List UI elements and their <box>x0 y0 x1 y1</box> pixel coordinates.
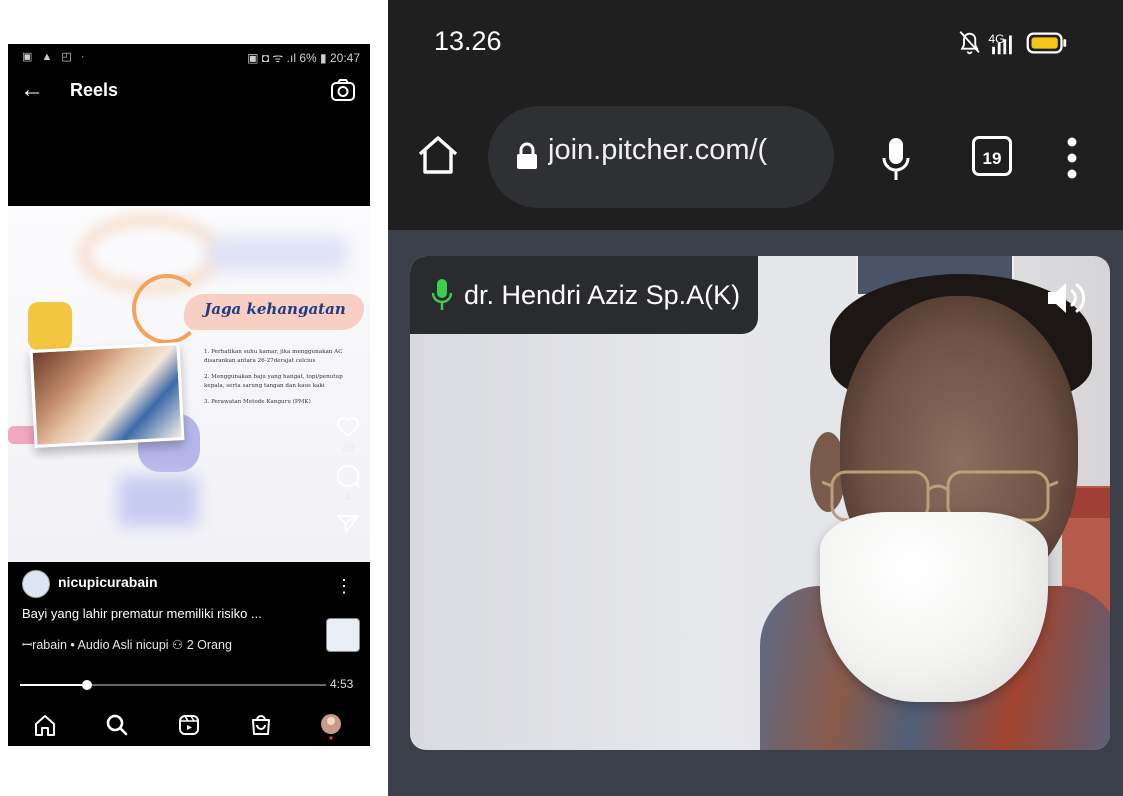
slide-list-item: 2. Menggunakan baju yang hangat, topi/pe… <box>204 374 343 389</box>
reel-video-slide[interactable]: Jaga kehangatan 1. Perhatikan suhu kamar… <box>8 206 370 562</box>
status-bar: ▣ ▲ ◰ · ▣ ◘ ᯤ .ıl 6% ▮ 20:47 <box>8 44 370 70</box>
speaker-icon[interactable] <box>1046 278 1088 318</box>
progress-knob[interactable] <box>82 680 93 690</box>
microphone-icon <box>432 279 452 310</box>
microphone-icon[interactable] <box>880 136 912 184</box>
avatar[interactable] <box>22 570 50 598</box>
slide-title: Jaga kehangatan <box>204 300 346 318</box>
browser-address-bar: join.pitcher.com/( 19 <box>388 90 1123 230</box>
lock-icon[interactable] <box>516 142 538 170</box>
home-icon[interactable] <box>30 710 60 740</box>
overflow-menu-icon[interactable] <box>1062 136 1082 180</box>
slide-list-item: 1. Perhatikan suhu kamar, jika menggunak… <box>204 349 343 364</box>
url-text[interactable]: join.pitcher.com/( <box>548 134 834 167</box>
shop-icon[interactable] <box>246 710 276 740</box>
participant-video-tile[interactable]: dr. Hendri Aziz Sp.A(K) <box>410 256 1110 750</box>
instagram-reels-screen: ▣ ▲ ◰ · ▣ ◘ ᯤ .ıl 6% ▮ 20:47 ← Reels Jag… <box>8 44 370 746</box>
decorative-shape <box>28 302 72 350</box>
pitcher-meeting-screen: 13.26 4G join.pitcher.com/(19 dr. Hendr… <box>388 0 1123 796</box>
audio-thumbnail[interactable] <box>326 618 360 652</box>
username[interactable]: nicupicurabain <box>58 574 158 590</box>
more-options-icon[interactable]: ⋮ <box>334 576 354 596</box>
participant-name-tag: dr. Hendri Aziz Sp.A(K) <box>410 256 759 334</box>
network-type: 4G <box>988 32 1004 46</box>
comment-count: 4 <box>344 492 352 504</box>
participant-name: dr. Hendri Aziz Sp.A(K) <box>464 279 741 310</box>
profile-avatar[interactable] <box>316 710 346 740</box>
status-right-info: ▣ ◘ ᯤ .ıl 6% ▮ 20:47 <box>247 51 360 65</box>
mother-baby-photo <box>29 342 185 448</box>
blurred-shape <box>208 236 348 272</box>
slide-list: 1. Perhatikan suhu kamar, jika menggunak… <box>204 348 360 415</box>
bell-muted-icon <box>959 31 980 55</box>
reels-icon[interactable] <box>174 710 204 740</box>
status-icons: 4G <box>959 31 1067 55</box>
blurred-shape <box>118 476 198 526</box>
video-duration: 4:53 <box>330 677 354 691</box>
heart-icon[interactable] <box>336 416 360 438</box>
camera-icon[interactable] <box>330 78 356 104</box>
status-time: 13.26 <box>434 26 502 56</box>
audio-info[interactable]: ꟷrabain • Audio Asli nicupi ⚇ 2 Orang <box>22 636 232 653</box>
search-icon[interactable] <box>102 710 132 740</box>
reels-header: ← Reels <box>8 70 370 114</box>
video-progress-bar[interactable] <box>20 680 326 690</box>
battery-icon <box>1026 32 1067 54</box>
home-icon[interactable] <box>416 132 460 176</box>
url-field[interactable]: join.pitcher.com/( <box>488 106 834 208</box>
mic-body <box>437 279 447 298</box>
back-arrow-icon[interactable]: ← <box>20 76 44 104</box>
progress-fill <box>20 684 88 686</box>
status-bar: 13.26 4G <box>388 0 1123 90</box>
post-caption[interactable]: Bayi yang lahir prematur memiliki risiko… <box>22 606 262 621</box>
page-title: Reels <box>70 80 119 100</box>
tab-switcher-button[interactable]: 19 <box>972 136 1012 176</box>
comment-icon[interactable] <box>336 464 360 488</box>
like-count: 28 <box>341 442 355 454</box>
status-left-icons: ▣ ▲ ◰ · <box>22 51 88 63</box>
bottom-nav <box>8 704 370 746</box>
share-icon[interactable] <box>337 514 359 534</box>
face-mask <box>820 512 1048 702</box>
slide-list-item: 3. Perawatan Metode Kanguru (PMK) <box>204 399 311 405</box>
reel-actions: 28 4 <box>328 416 368 534</box>
